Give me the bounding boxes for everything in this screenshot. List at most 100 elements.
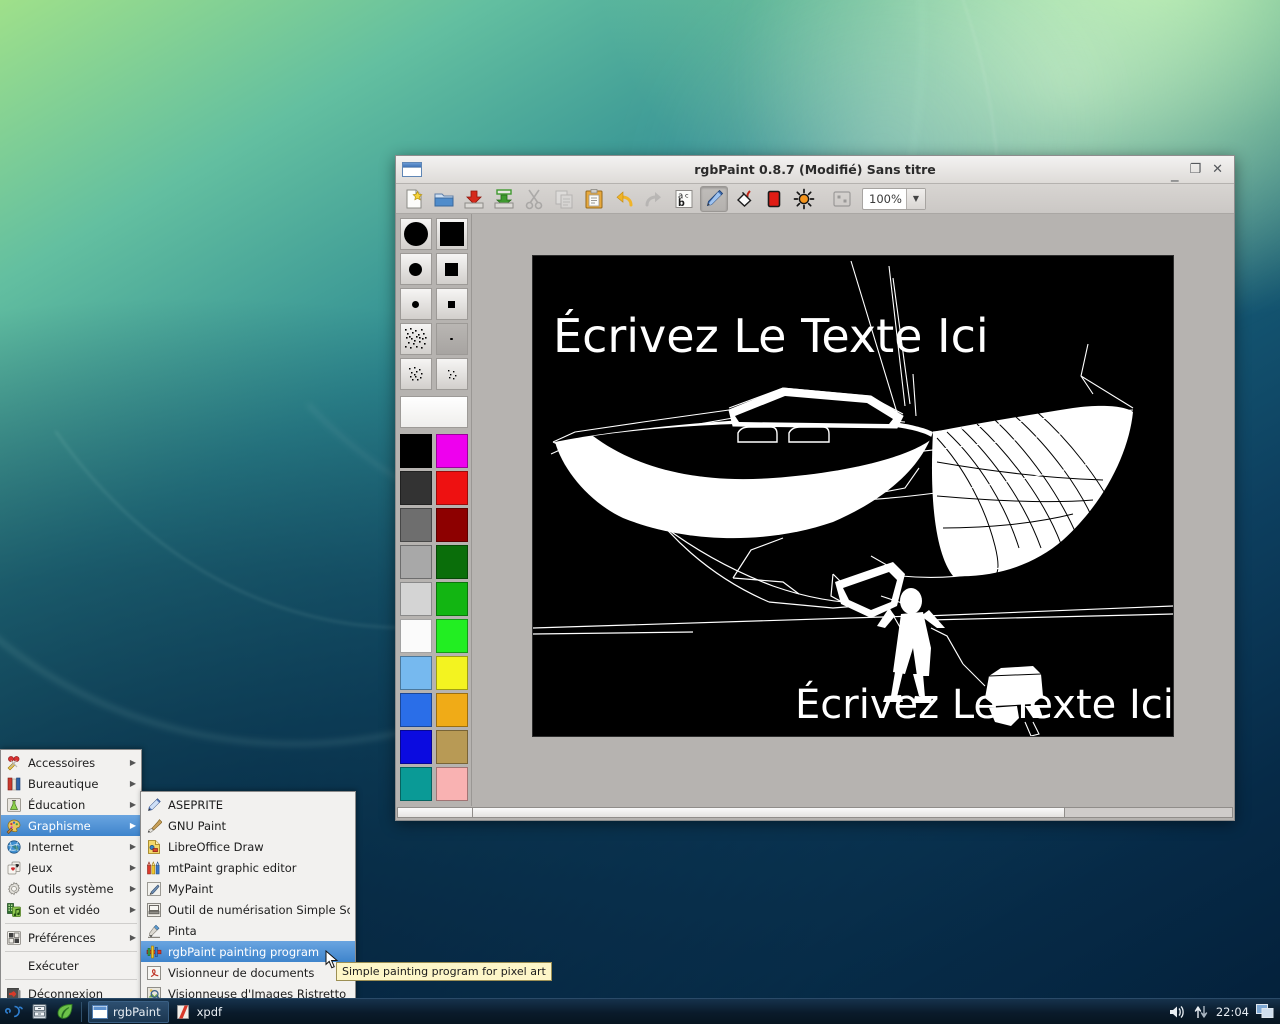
redo-button[interactable] xyxy=(640,186,668,212)
clock[interactable]: 22:04 xyxy=(1216,1005,1249,1019)
brush-circle-small[interactable] xyxy=(399,288,432,320)
color-swatch-darkgreen[interactable] xyxy=(435,545,468,579)
menu-item-education[interactable]: Éducation ▶ xyxy=(1,794,141,815)
system-tray[interactable]: 22:04 xyxy=(1168,1004,1280,1020)
taskbar-button-rgbpaint[interactable]: rgbPaint xyxy=(88,1000,169,1023)
window-icon xyxy=(92,1004,108,1019)
minimize-button[interactable]: _ xyxy=(1171,165,1179,180)
color-swatch-lightblue[interactable] xyxy=(399,656,432,690)
scrollbar-track[interactable] xyxy=(473,807,1233,818)
mtpaint-icon xyxy=(147,860,160,874)
color-swatch-white[interactable] xyxy=(399,619,432,653)
maximize-button[interactable]: ❐ xyxy=(1189,162,1201,177)
graphics-submenu[interactable]: ASEPRITE GNU Paint LibreOffice Draw mtPa… xyxy=(140,791,356,1024)
current-color-swatch[interactable] xyxy=(399,396,468,428)
window-controls[interactable]: _ ❐ ✕ xyxy=(1171,162,1234,180)
color-swatch-lightgray[interactable] xyxy=(399,545,432,579)
open-file-button[interactable] xyxy=(430,186,458,212)
brush-circle-medium[interactable] xyxy=(399,253,432,285)
color-swatch-darkgray[interactable] xyxy=(399,471,432,505)
start-menu[interactable]: Accessoires ▶ Bureautique ▶ Éducation ▶ xyxy=(0,749,142,1007)
undo-button[interactable] xyxy=(610,186,638,212)
color-swatch-green[interactable] xyxy=(435,582,468,616)
brush-spray-single[interactable] xyxy=(435,323,468,355)
color-swatch-silver[interactable] xyxy=(399,582,432,616)
submenu-item-aseprite[interactable]: ASEPRITE xyxy=(141,794,355,815)
brush-circle-large[interactable] xyxy=(399,218,432,250)
color-swatch-darkred[interactable] xyxy=(435,508,468,542)
browser-launcher[interactable] xyxy=(53,1001,75,1023)
menu-item-graphisme[interactable]: Graphisme ▶ xyxy=(1,815,141,836)
network-updown-icon[interactable] xyxy=(1193,1004,1209,1020)
submenu-item-rgbpaint[interactable]: rgbPaint painting program xyxy=(141,941,355,962)
submenu-item-pinta[interactable]: Pinta xyxy=(141,920,355,941)
color-swatch-darkblue[interactable] xyxy=(399,730,432,764)
color-swatch-magenta[interactable] xyxy=(435,434,468,468)
workspace-switcher-icon[interactable] xyxy=(1256,1004,1274,1019)
canvas-area[interactable]: Écrivez Le Texte Ici Écrivez Le Texte Ic… xyxy=(472,214,1234,806)
menu-item-bureautique[interactable]: Bureautique ▶ xyxy=(1,773,141,794)
color-swatch-black[interactable] xyxy=(399,434,432,468)
brush-spray-dense[interactable] xyxy=(399,323,432,355)
scissors-icon xyxy=(525,189,543,209)
brush-spray-medium[interactable] xyxy=(399,358,432,390)
menu-item-outils-systeme[interactable]: Outils système ▶ xyxy=(1,878,141,899)
drawing-canvas[interactable]: Écrivez Le Texte Ici Écrivez Le Texte Ic… xyxy=(533,256,1173,736)
taskbar-button-xpdf[interactable]: xpdf xyxy=(172,1001,230,1023)
desktop[interactable]: rgbPaint 0.8.7 (Modifié) Sans titre _ ❐ … xyxy=(0,0,1280,1024)
fit-view-button[interactable] xyxy=(828,186,856,212)
brush-row-4 xyxy=(399,323,468,355)
menu-item-internet[interactable]: Internet ▶ xyxy=(1,836,141,857)
close-button[interactable]: ✕ xyxy=(1212,162,1223,177)
brush-square-medium[interactable] xyxy=(435,253,468,285)
color-swatch-red[interactable] xyxy=(435,471,468,505)
submenu-item-libreoffice-draw[interactable]: LibreOffice Draw xyxy=(141,836,355,857)
scrollbar-thumb[interactable] xyxy=(473,808,1066,817)
color-swatch-orange[interactable] xyxy=(435,693,468,727)
menu-item-executer[interactable]: Exécuter xyxy=(1,955,141,976)
window-titlebar[interactable]: rgbPaint 0.8.7 (Modifié) Sans titre _ ❐ … xyxy=(396,156,1234,184)
text-tool-button[interactable]: a c b xyxy=(670,186,698,212)
color-swatch-tan[interactable] xyxy=(435,730,468,764)
pencil-tool-button[interactable] xyxy=(700,185,728,212)
brush-spray-sparse[interactable] xyxy=(435,358,468,390)
new-file-button[interactable] xyxy=(400,186,428,212)
zoom-select[interactable]: 100% ▼ xyxy=(862,187,926,210)
save-as-button[interactable] xyxy=(490,186,518,212)
brush-square-small[interactable] xyxy=(435,288,468,320)
pencil-icon xyxy=(706,189,724,206)
menu-item-son-et-video[interactable]: Son et vidéo ▶ xyxy=(1,899,141,920)
color-swatch-gray[interactable] xyxy=(399,508,432,542)
submenu-item-simple-scan[interactable]: Outil de numérisation Simple Scan xyxy=(141,899,355,920)
submenu-item-mypaint[interactable]: MyPaint xyxy=(141,878,355,899)
color-swatch-yellow[interactable] xyxy=(435,656,468,690)
chevron-down-icon[interactable]: ▼ xyxy=(906,188,925,209)
menu-item-jeux[interactable]: Jeux ▶ xyxy=(1,857,141,878)
submenu-item-mtpaint[interactable]: mtPaint graphic editor xyxy=(141,857,355,878)
scrollbar-left-pane[interactable] xyxy=(397,807,473,818)
xfce-menu-launcher[interactable] xyxy=(3,1001,25,1023)
paste-button[interactable] xyxy=(580,186,608,212)
menu-item-preferences[interactable]: Préférences ▶ xyxy=(1,927,141,948)
submenu-item-gnu-paint[interactable]: GNU Paint xyxy=(141,815,355,836)
color-swatch-brightgreen[interactable] xyxy=(435,619,468,653)
fill-tool-button[interactable] xyxy=(730,186,758,212)
menu-item-accessoires[interactable]: Accessoires ▶ xyxy=(1,752,141,773)
color-swatch-blue[interactable] xyxy=(399,693,432,727)
save-button[interactable] xyxy=(460,186,488,212)
speaker-icon[interactable] xyxy=(1168,1004,1186,1020)
brightness-button[interactable] xyxy=(790,186,818,212)
rgbpaint-window[interactable]: rgbPaint 0.8.7 (Modifié) Sans titre _ ❐ … xyxy=(395,155,1235,821)
color-swatch-teal[interactable] xyxy=(399,767,432,801)
cut-button[interactable] xyxy=(520,186,548,212)
horizontal-scrollbar[interactable] xyxy=(396,806,1234,820)
color-button[interactable] xyxy=(760,186,788,212)
brush-square-large[interactable] xyxy=(435,218,468,250)
file-manager-launcher[interactable] xyxy=(28,1001,50,1023)
taskbar[interactable]: rgbPaint xpdf 22:04 xyxy=(0,998,1280,1024)
copy-button[interactable] xyxy=(550,186,578,212)
main-toolbar[interactable]: a c b 100% ▼ xyxy=(396,184,1234,214)
submenu-item-document-viewer[interactable]: Visionneur de documents xyxy=(141,962,355,983)
tool-palette[interactable] xyxy=(396,214,472,806)
color-swatch-pink[interactable] xyxy=(435,767,468,801)
